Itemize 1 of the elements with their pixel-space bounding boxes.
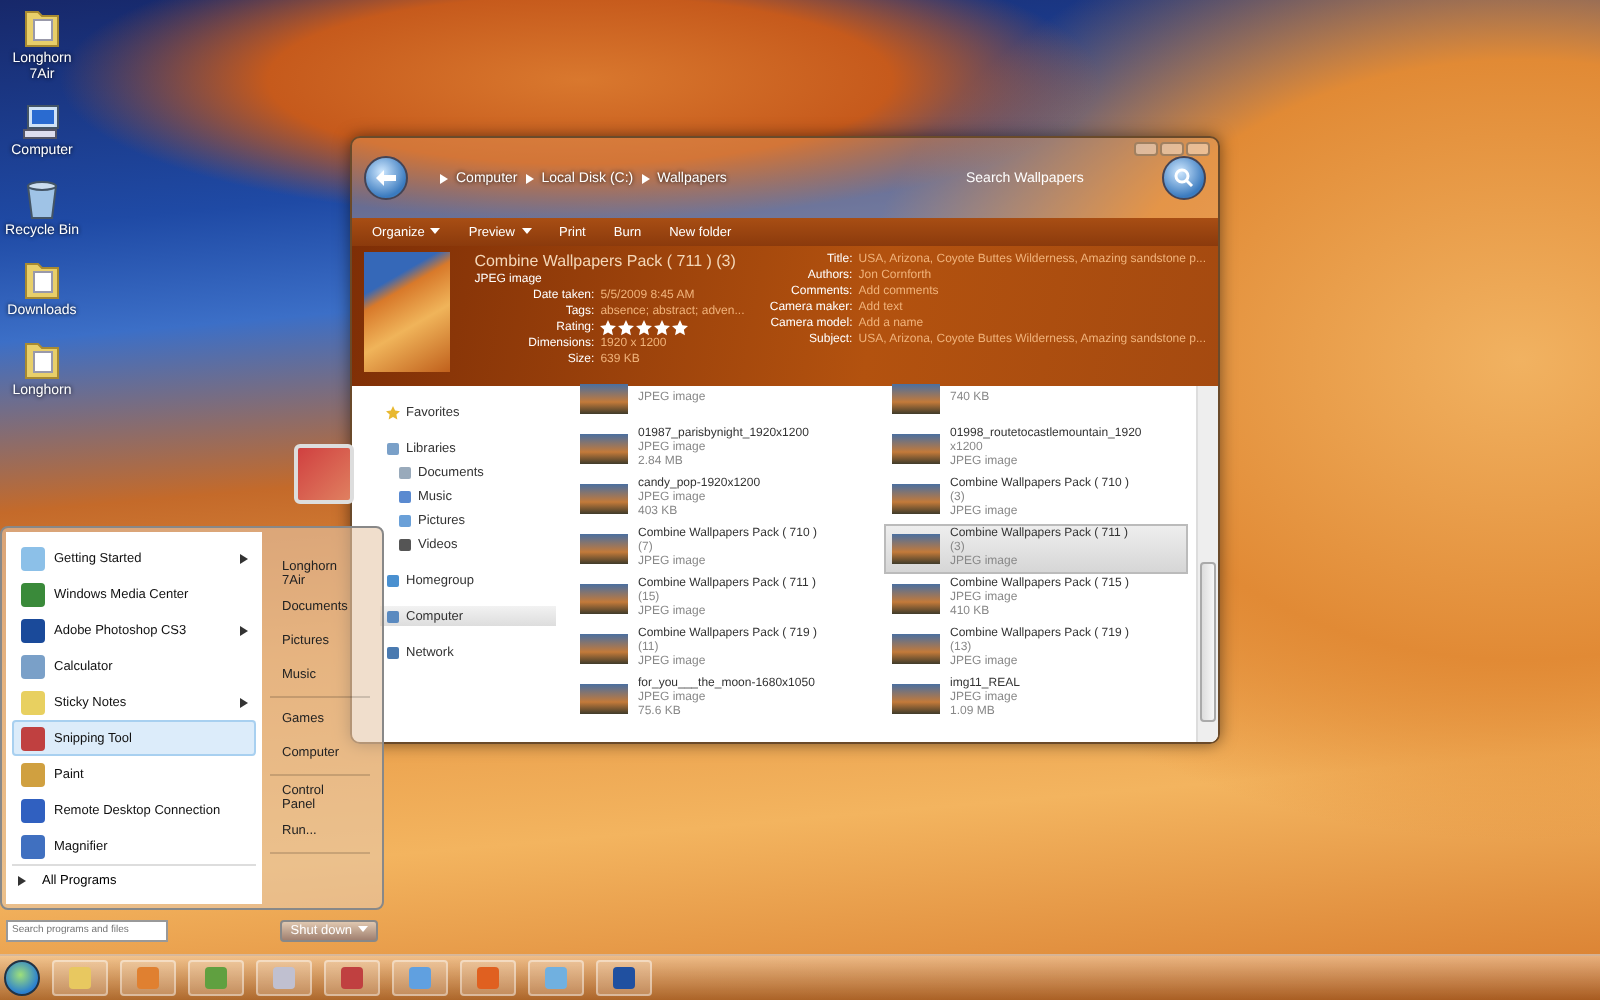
file-title: Combine Wallpapers Pack ( 711 ) (3) [474, 252, 738, 272]
